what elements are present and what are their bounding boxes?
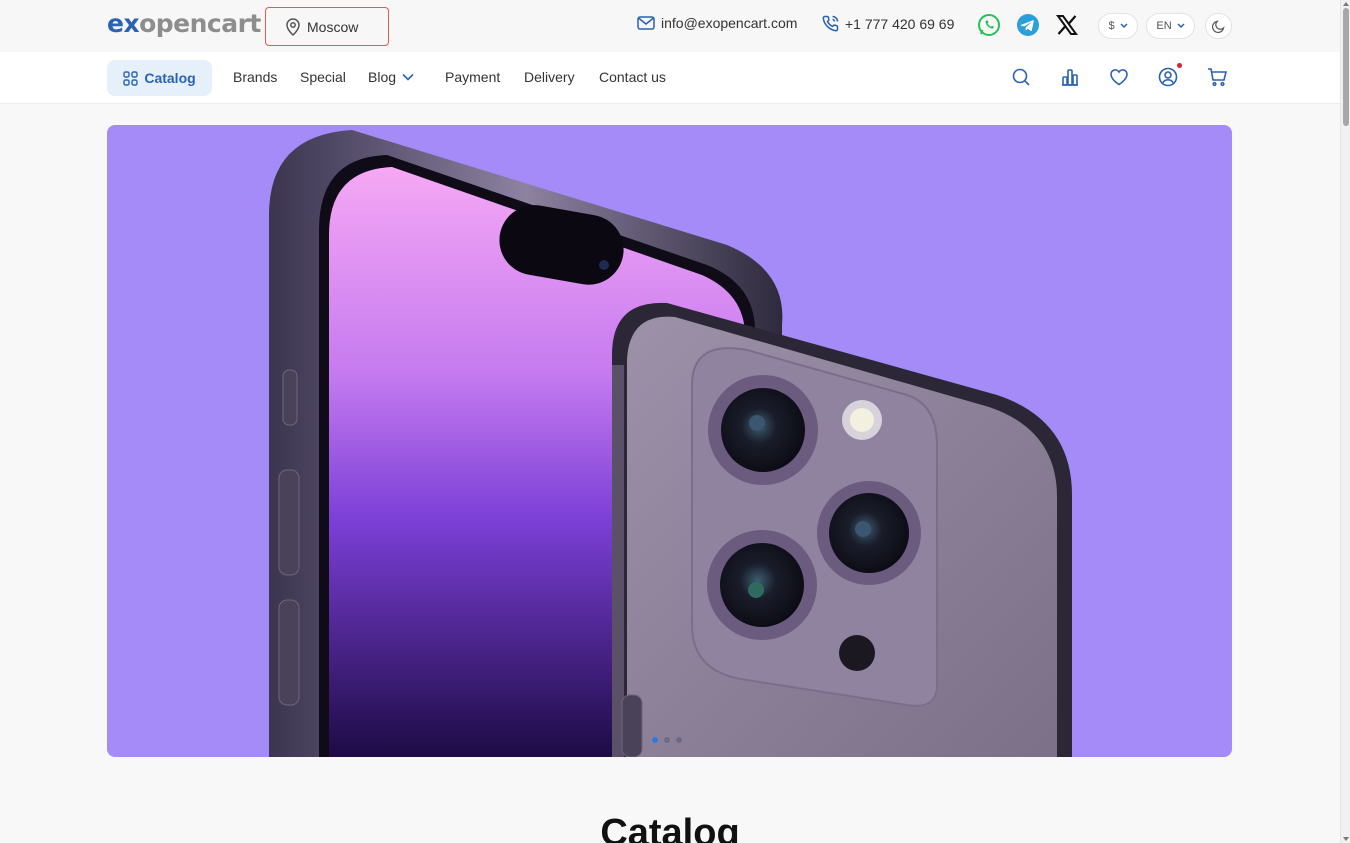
- slider-dots: [652, 737, 682, 743]
- map-pin-icon: [286, 17, 300, 36]
- logo[interactable]: exopencart: [107, 9, 261, 38]
- slide-dot[interactable]: [664, 737, 670, 743]
- scroll-up-icon[interactable]: [1343, 2, 1349, 6]
- language-selector[interactable]: EN: [1146, 13, 1195, 39]
- catalog-button[interactable]: Catalog: [107, 60, 212, 96]
- top-bar: exopencart Moscow info@exopencart.com +1…: [0, 0, 1340, 52]
- chevron-down-icon: [402, 73, 414, 81]
- slide-dot-active[interactable]: [652, 737, 658, 743]
- nav-special[interactable]: Special: [300, 69, 346, 85]
- section-title: Catalog: [600, 812, 740, 843]
- hero-banner[interactable]: [107, 125, 1232, 757]
- phone-icon: [822, 15, 839, 32]
- nav-brands[interactable]: Brands: [233, 69, 277, 85]
- mail-icon: [637, 16, 655, 30]
- user-icon[interactable]: [1157, 66, 1179, 88]
- moon-icon: [1212, 19, 1225, 33]
- chevron-down-icon: [1177, 23, 1185, 29]
- currency-selector[interactable]: $: [1098, 13, 1138, 39]
- nav-delivery[interactable]: Delivery: [524, 69, 575, 85]
- email-text: info@exopencart.com: [661, 15, 798, 31]
- search-icon[interactable]: [1010, 66, 1032, 88]
- compare-icon[interactable]: [1059, 66, 1081, 88]
- theme-toggle[interactable]: [1205, 13, 1232, 39]
- phone-link[interactable]: +1 777 420 69 69: [822, 15, 954, 32]
- hero-phone-image: [269, 130, 1072, 757]
- slide-dot[interactable]: [676, 737, 682, 743]
- scrollbar-thumb[interactable]: [1343, 8, 1349, 126]
- nav-blog[interactable]: Blog: [368, 69, 414, 85]
- heart-icon[interactable]: [1108, 66, 1130, 88]
- phone-text: +1 777 420 69 69: [845, 15, 955, 32]
- whatsapp-icon[interactable]: [977, 13, 1001, 37]
- nav-blog-label: Blog: [368, 69, 397, 85]
- nav-contact-us[interactable]: Contact us: [599, 69, 666, 85]
- scroll-down-icon[interactable]: [1343, 837, 1349, 841]
- catalog-label: Catalog: [144, 70, 196, 86]
- nav-payment[interactable]: Payment: [445, 69, 500, 85]
- chevron-down-icon: [1120, 23, 1128, 29]
- email-link[interactable]: info@exopencart.com: [637, 15, 797, 31]
- city-selector[interactable]: Moscow: [265, 7, 389, 46]
- language-label: EN: [1156, 20, 1172, 32]
- main-nav: Catalog Brands Special Blog Payment Deli…: [0, 52, 1340, 104]
- notification-dot: [1177, 63, 1182, 68]
- currency-label: $: [1108, 20, 1115, 32]
- grid-icon: [123, 70, 139, 86]
- cart-icon[interactable]: [1206, 66, 1228, 88]
- x-twitter-icon[interactable]: [1055, 13, 1079, 37]
- telegram-icon[interactable]: [1016, 13, 1040, 37]
- page-scrollbar[interactable]: [1340, 0, 1350, 843]
- city-label: Moscow: [307, 18, 359, 35]
